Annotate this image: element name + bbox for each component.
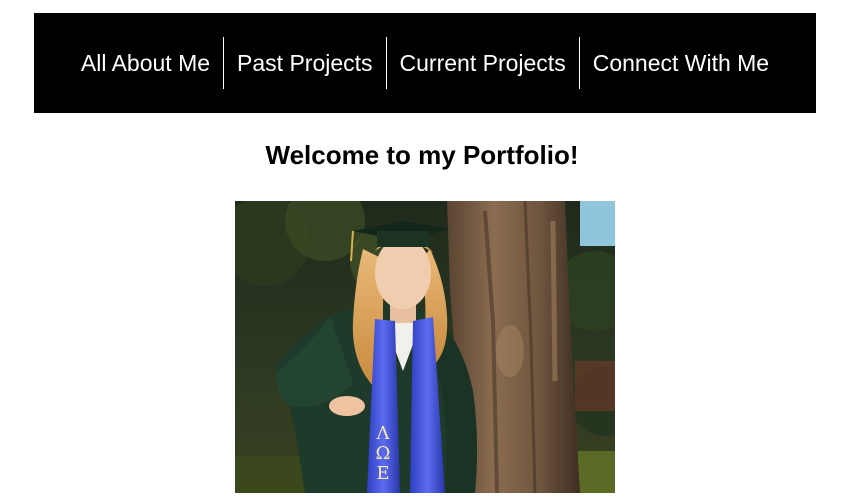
sky-patch (580, 201, 615, 246)
stole-letter: Λ (376, 423, 391, 444)
hand (329, 396, 365, 416)
face (375, 237, 431, 309)
top-navigation-bar: All About Me Past Projects Current Proje… (34, 13, 816, 113)
nav-link-current-projects[interactable]: Current Projects (387, 37, 579, 89)
nav-link-connect-with-me[interactable]: Connect With Me (580, 37, 782, 89)
page-title: Welcome to my Portfolio! (265, 140, 579, 170)
stole-letter: Ω (376, 443, 391, 464)
nav-link-past-projects[interactable]: Past Projects (224, 37, 386, 89)
nav-link-all-about-me[interactable]: All About Me (68, 37, 223, 89)
graduation-portrait-photo: Λ Ω Ε (235, 201, 615, 493)
background-building (575, 361, 615, 411)
stole-letter: Ε (376, 463, 389, 484)
